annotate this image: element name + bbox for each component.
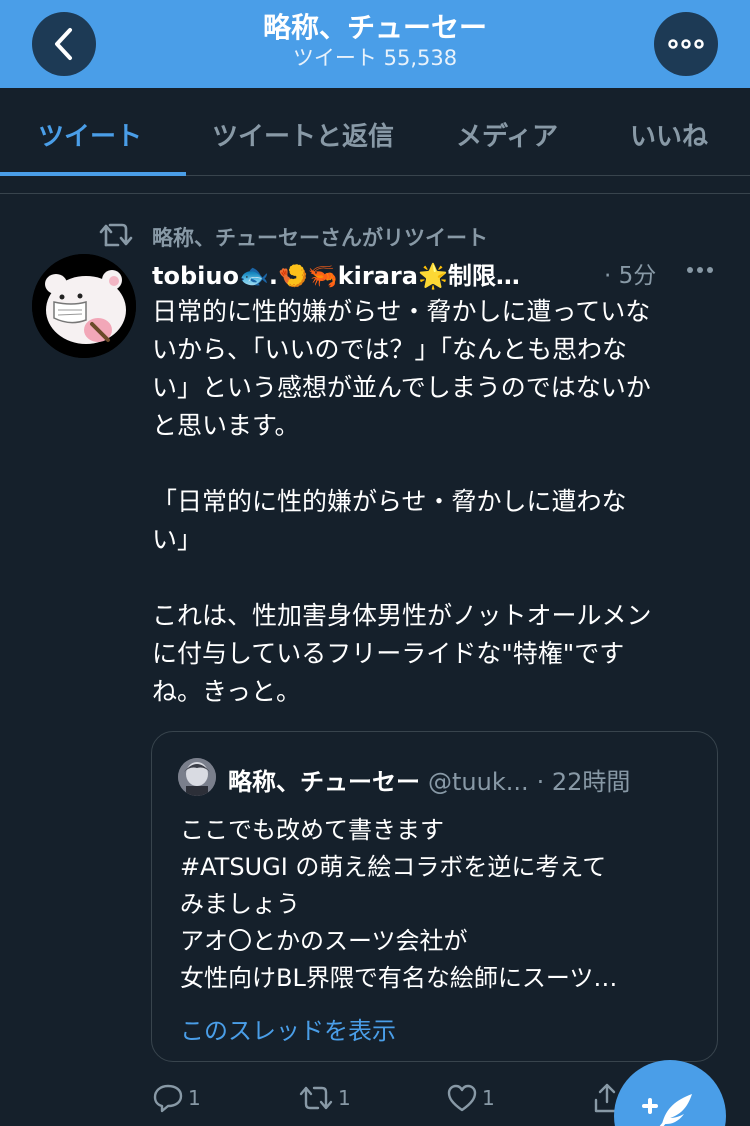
quoted-header: 略称、チューセー @tuuk... · 22時間: [228, 762, 630, 797]
like-count: 1: [482, 1086, 495, 1110]
retweeted-by-label[interactable]: 略称、チューセーさんがリツイート: [152, 222, 488, 252]
tweet-text-line: に付与しているフリーライドな"特権"です: [152, 639, 625, 668]
tweet-text-line: い」という感想が並んでしまうのではないか: [152, 373, 651, 402]
tab-tweets[interactable]: ツイート: [38, 116, 142, 153]
reply-icon: [153, 1084, 183, 1113]
tweet-more-icon[interactable]: [686, 266, 714, 274]
tweet-text-line: い」: [152, 525, 203, 554]
tweet-text-line: と思います。: [152, 411, 300, 440]
quoted-author-name: 略称、チューセー: [228, 768, 420, 796]
user-avatar-icon: [178, 758, 216, 796]
compose-feather-icon: [642, 1094, 692, 1126]
pig-avatar-icon: [32, 254, 136, 358]
tweet-count: ツイート 55,538: [292, 46, 458, 70]
divider: [0, 193, 750, 194]
author-name[interactable]: tobiuo🐟.🍤🦐kirara🌟制限…: [152, 256, 520, 291]
heart-icon: [447, 1084, 477, 1112]
tweet-text-line: [152, 445, 722, 483]
tweet-text-line: 「日常的に性的嫌がらせ・脅かしに遭わな: [152, 487, 627, 516]
tweet-time[interactable]: · 5分: [604, 256, 656, 290]
quoted-text-line: 女性向けBL界隈で有名な絵師にスーツ…: [180, 964, 618, 992]
tweet-text-line: [152, 559, 722, 597]
show-thread-link[interactable]: このスレッドを表示: [180, 1011, 396, 1046]
profile-header: 略称、チューセー ツイート 55,538: [0, 0, 750, 88]
tweet-text-line: いから、「いいのでは？」「なんとも思わな: [152, 335, 628, 364]
more-horizontal-icon: [668, 39, 704, 49]
quoted-text-line: ここでも改めて書きます: [180, 816, 444, 844]
compose-tweet-button[interactable]: [614, 1060, 726, 1126]
tweet-text-line: これは、性加害身体男性がノットオールメン: [152, 601, 652, 630]
profile-tabs: ツイート ツイートと返信 メディア いいね: [0, 88, 750, 176]
reply-count: 1: [188, 1086, 201, 1110]
retweet-button[interactable]: 1: [298, 1080, 351, 1116]
quoted-text-line: アオ〇とかのスーツ会社が: [180, 927, 468, 955]
tab-media[interactable]: メディア: [456, 116, 558, 153]
tweet-text: 日常的に性的嫌がらせ・脅かしに遭っていな いから、「いいのでは？」「なんとも思わ…: [152, 293, 722, 711]
active-tab-indicator: [0, 172, 186, 176]
quoted-text: ここでも改めて書きます #ATSUGI の萌え絵コラボを逆に考えて みましょう …: [180, 812, 700, 997]
quoted-avatar[interactable]: [178, 758, 216, 796]
like-button[interactable]: 1: [446, 1080, 495, 1116]
reply-button[interactable]: 1: [152, 1080, 201, 1116]
tweet-header: tobiuo🐟.🍤🦐kirara🌟制限… · 5分: [152, 256, 718, 291]
profile-title: 略称、チューセー: [262, 11, 487, 44]
retweet-count: 1: [338, 1086, 351, 1110]
quoted-tweet[interactable]: 略称、チューセー @tuuk... · 22時間 ここでも改めて書きます #ATSU…: [151, 731, 718, 1062]
quoted-text-line: みましょう: [180, 890, 300, 918]
retweet-action-icon: [299, 1086, 333, 1110]
more-options-button[interactable]: [654, 12, 718, 76]
quoted-author-handle: @tuuk...: [428, 768, 529, 796]
tweet-text-line: 日常的に性的嫌がらせ・脅かしに遭っていな: [152, 297, 651, 326]
quoted-time: · 22時間: [536, 768, 631, 796]
tweet-text-line: ね。きっと。: [152, 677, 302, 706]
retweet-icon: [99, 223, 133, 247]
avatar[interactable]: [32, 254, 136, 358]
tab-tweets-and-replies[interactable]: ツイートと返信: [212, 116, 394, 153]
tab-likes[interactable]: いいね: [630, 116, 708, 153]
quoted-text-line: #ATSUGI の萌え絵コラボを逆に考えて: [180, 853, 607, 881]
